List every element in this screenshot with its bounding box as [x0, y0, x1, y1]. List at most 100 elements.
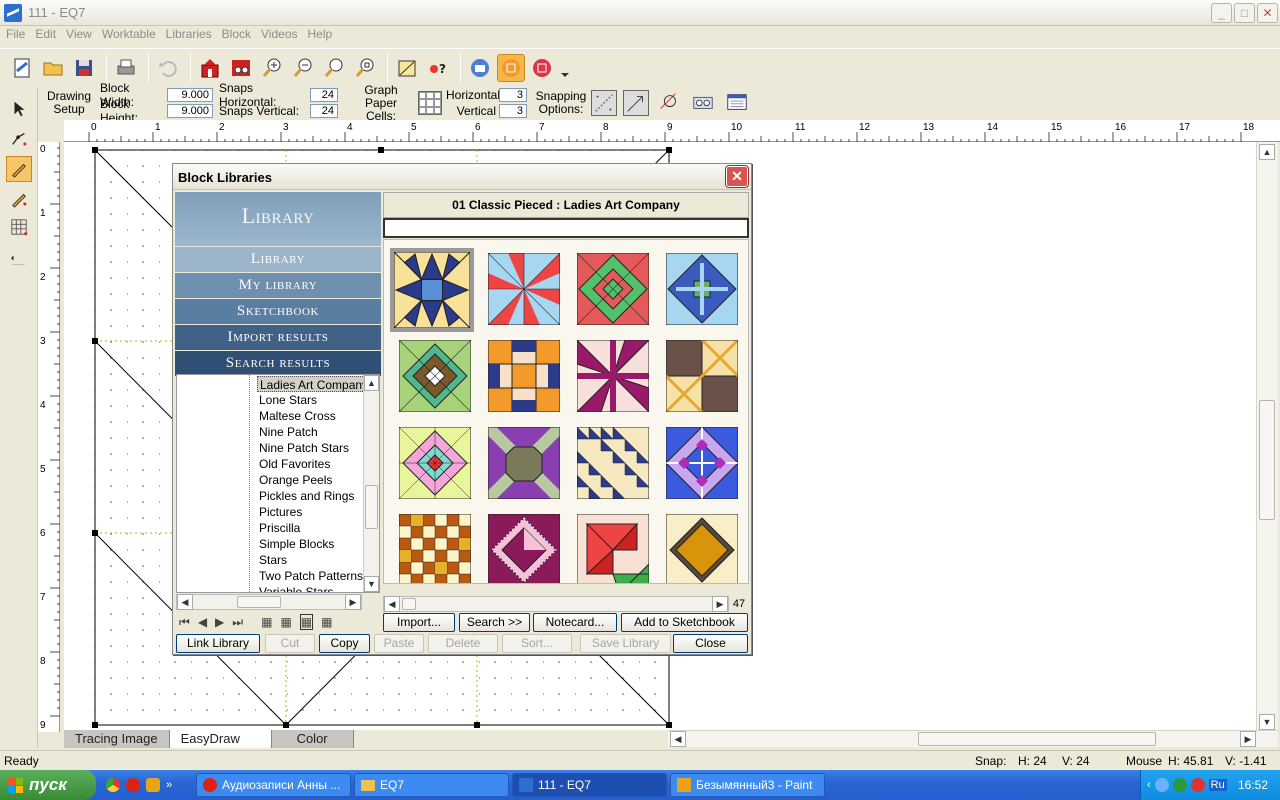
- tree-vertical-scrollbar[interactable]: ▲ ▼: [363, 375, 379, 592]
- quick-launch-app-icon[interactable]: [146, 778, 160, 792]
- tray-expand-icon[interactable]: ‹: [1147, 779, 1151, 791]
- nav-sketchbook[interactable]: Sketchbook: [175, 299, 381, 324]
- tree-scroll-thumb[interactable]: [365, 485, 378, 529]
- block-thumbnail[interactable]: [488, 427, 560, 499]
- tree-item[interactable]: Stars: [257, 552, 289, 568]
- pick-arrow-icon[interactable]: [6, 96, 32, 122]
- new-project-icon[interactable]: [8, 54, 36, 82]
- minimize-button[interactable]: _: [1211, 3, 1232, 23]
- block-thumbnail[interactable]: [666, 340, 738, 412]
- block-thumbnail[interactable]: [488, 253, 560, 325]
- tree-hscroll-thumb[interactable]: [237, 596, 281, 608]
- menu-view[interactable]: View: [66, 26, 98, 44]
- network-icon[interactable]: [1154, 778, 1169, 792]
- block-thumbnail[interactable]: [488, 514, 560, 584]
- search-button[interactable]: Search >>: [459, 613, 530, 632]
- menu-videos[interactable]: Videos: [261, 26, 303, 44]
- quick-launch-more-icon[interactable]: »: [166, 779, 172, 791]
- tree-horizontal-scrollbar[interactable]: ◀ ▶: [176, 594, 362, 610]
- delete-button[interactable]: Delete: [428, 634, 498, 653]
- nav-my-library[interactable]: My library: [175, 273, 381, 298]
- next-page-icon[interactable]: ▶: [215, 615, 224, 629]
- add-to-sketchbook-button[interactable]: Add to Sketchbook: [621, 613, 748, 632]
- menu-help[interactable]: Help: [308, 26, 339, 44]
- refresh-zoom-icon[interactable]: [320, 54, 348, 82]
- block-thumbnail[interactable]: [666, 427, 738, 499]
- block-thumbnail[interactable]: [399, 514, 471, 584]
- security-icon[interactable]: [1172, 778, 1187, 792]
- tree-item[interactable]: Priscilla: [257, 520, 302, 536]
- previous-page-icon[interactable]: ◀: [198, 615, 207, 629]
- quilt-worktable-icon[interactable]: [528, 54, 556, 82]
- graph-paper-icon[interactable]: [418, 91, 442, 115]
- cut-button[interactable]: Cut: [265, 634, 315, 653]
- link-library-button[interactable]: Link Library: [176, 634, 260, 653]
- tree-scroll-up-icon[interactable]: ▲: [364, 375, 379, 391]
- vertical-cells-field[interactable]: 3: [499, 104, 527, 118]
- block-thumbnail[interactable]: [577, 340, 649, 412]
- tree-item-ladies-art-company[interactable]: Ladies Art Company: [257, 376, 372, 392]
- tree-item[interactable]: Old Favorites: [257, 456, 332, 472]
- snap-to-grid-icon[interactable]: [591, 90, 617, 116]
- horizontal-scroll-thumb[interactable]: [918, 732, 1156, 746]
- camera-icon[interactable]: [466, 54, 494, 82]
- fit-to-window-icon[interactable]: [351, 54, 379, 82]
- block-thumbnail[interactable]: [577, 514, 649, 584]
- copy-button[interactable]: Copy: [319, 634, 370, 653]
- undo-icon[interactable]: [154, 54, 182, 82]
- nav-library[interactable]: Library: [175, 247, 381, 272]
- grid-scroll-left-icon[interactable]: ◀: [384, 596, 400, 612]
- more-drawing-tools-icon[interactable]: [6, 246, 32, 272]
- tree-item[interactable]: Pictures: [257, 504, 304, 520]
- maximize-button[interactable]: □: [1234, 3, 1255, 23]
- nav-search-results[interactable]: Search results: [175, 351, 381, 376]
- view-4x4-icon[interactable]: ▦: [299, 614, 314, 630]
- grid-tool-icon[interactable]: [6, 214, 32, 240]
- snaps-vertical-field[interactable]: 24: [310, 104, 338, 118]
- block-thumbnail[interactable]: [666, 514, 738, 584]
- block-thumbnail[interactable]: [577, 427, 649, 499]
- close-dialog-button[interactable]: Close: [673, 634, 748, 653]
- save-library-button[interactable]: Save Library: [580, 634, 671, 653]
- block-width-field[interactable]: 9.000: [167, 88, 213, 102]
- save-icon[interactable]: [70, 54, 98, 82]
- vertical-scroll-thumb[interactable]: [1259, 400, 1275, 520]
- scroll-down-arrow-icon[interactable]: ▼: [1259, 714, 1275, 730]
- tree-item[interactable]: Orange Peels: [257, 472, 334, 488]
- zoom-in-icon[interactable]: [258, 54, 286, 82]
- language-indicator[interactable]: Ru: [1208, 779, 1227, 791]
- line-pencil-icon[interactable]: [6, 156, 32, 182]
- taskbar-item-111-eq7[interactable]: 111 - EQ7: [512, 773, 667, 797]
- open-folder-icon[interactable]: [39, 54, 67, 82]
- block-height-field[interactable]: 9.000: [167, 104, 213, 118]
- canvas-vertical-scrollbar[interactable]: ▲ ▼: [1256, 142, 1278, 732]
- block-thumbnail[interactable]: [666, 253, 738, 325]
- tree-scroll-right-icon[interactable]: ▶: [345, 594, 361, 610]
- grid-scroll-right-icon[interactable]: ▶: [712, 596, 728, 612]
- block-thumbnail[interactable]: [577, 253, 649, 325]
- menu-block[interactable]: Block: [222, 26, 257, 44]
- tree-item[interactable]: Simple Blocks: [257, 536, 336, 552]
- notecard-button[interactable]: Notecard...: [533, 613, 617, 632]
- view-3x3-icon[interactable]: ▦: [280, 615, 291, 629]
- tree-item[interactable]: Two Patch Patterns: [257, 568, 365, 584]
- sort-button[interactable]: Sort...: [502, 634, 572, 653]
- first-page-icon[interactable]: ⏮: [179, 615, 190, 630]
- taskbar-item-audio[interactable]: Аудиозаписи Анны ...: [196, 773, 351, 797]
- block-thumbnail[interactable]: [399, 427, 471, 499]
- canvas-horizontal-scrollbar[interactable]: ◀ ▶: [668, 730, 1278, 747]
- block-help-icon[interactable]: ?: [424, 54, 452, 82]
- antivirus-icon[interactable]: [1190, 778, 1205, 792]
- tree-item[interactable]: Nine Patch Stars: [257, 440, 351, 456]
- tab-tracing-image[interactable]: Tracing Image: [64, 730, 170, 748]
- snap-to-drawing-icon[interactable]: [657, 90, 683, 116]
- nav-import-results[interactable]: Import results: [175, 325, 381, 350]
- palette-icon[interactable]: [725, 90, 751, 116]
- drawing-setup-button[interactable]: Drawing Setup: [40, 90, 98, 116]
- block-thumbnail[interactable]: [399, 340, 471, 412]
- worktable-icon[interactable]: [497, 53, 525, 82]
- more-tools-chevron-icon[interactable]: [559, 54, 571, 82]
- tree-item[interactable]: Maltese Cross: [257, 408, 338, 424]
- tree-item[interactable]: Lone Stars: [257, 392, 319, 408]
- tracing-image-icon[interactable]: [691, 90, 717, 116]
